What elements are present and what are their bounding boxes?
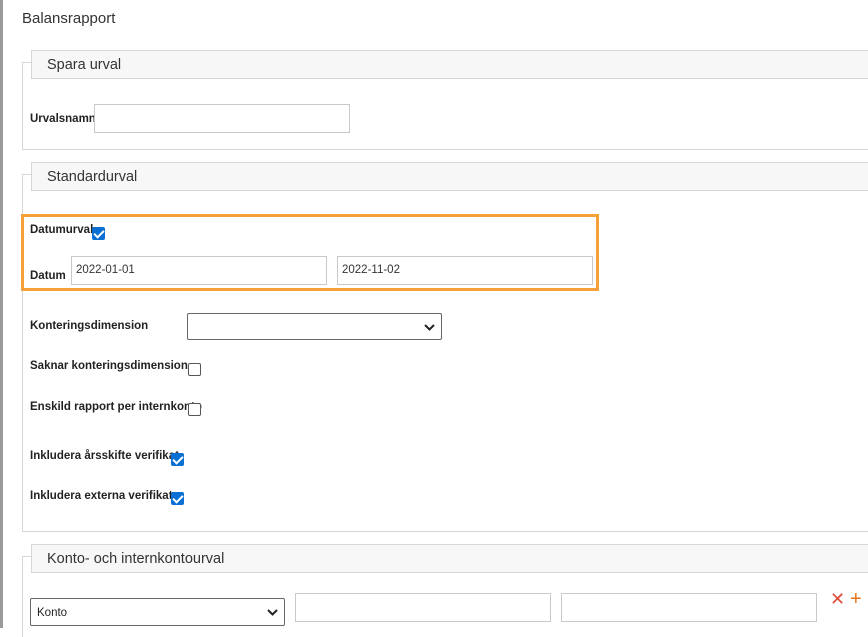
urvalsnamn-input[interactable] xyxy=(94,104,350,133)
datumurval-label: Datumurval xyxy=(30,224,94,236)
chevron-down-icon xyxy=(424,324,435,331)
konto-to-input[interactable] xyxy=(561,593,817,622)
kontourval-header[interactable]: Konto- och internkontourval xyxy=(31,544,868,573)
externa-checkbox[interactable] xyxy=(171,492,184,505)
section-title: Spara urval xyxy=(47,57,122,73)
enskild-label: Enskild rapport per internkonto xyxy=(30,401,202,413)
arsskifte-checkbox[interactable] xyxy=(171,453,184,466)
section-title: Standardurval xyxy=(47,169,138,185)
plus-icon[interactable]: + xyxy=(850,589,862,609)
date-from-input[interactable]: 2022-01-01 xyxy=(71,256,327,285)
konto-from-input[interactable] xyxy=(295,593,551,622)
saknar-label: Saknar konteringsdimension xyxy=(30,360,188,372)
externa-label: Inkludera externa verifikat xyxy=(30,490,173,502)
chevron-down-icon xyxy=(267,609,278,616)
urvalsnamn-label: Urvalsnamn xyxy=(30,113,96,125)
datumurval-checkbox[interactable] xyxy=(92,227,105,240)
enskild-checkbox[interactable] xyxy=(188,403,201,416)
datum-label: Datum xyxy=(30,270,66,282)
saknar-checkbox[interactable] xyxy=(188,363,201,376)
section-title: Konto- och internkontourval xyxy=(47,551,225,567)
select-value: Konto xyxy=(37,607,68,619)
konteringsdimension-select[interactable] xyxy=(187,313,442,340)
spara-urval-header[interactable]: Spara urval xyxy=(31,50,868,79)
left-border xyxy=(0,0,3,628)
arsskifte-label: Inkludera årsskifte verifikat xyxy=(30,450,179,462)
konteringsdimension-label: Konteringsdimension xyxy=(30,320,149,332)
konto-type-select[interactable]: Konto xyxy=(30,598,285,626)
page-title: Balansrapport xyxy=(22,10,116,27)
date-to-input[interactable]: 2022-11-02 xyxy=(337,256,593,285)
standardurval-header[interactable]: Standardurval xyxy=(31,162,868,191)
close-icon[interactable]: ✕ xyxy=(830,590,845,608)
